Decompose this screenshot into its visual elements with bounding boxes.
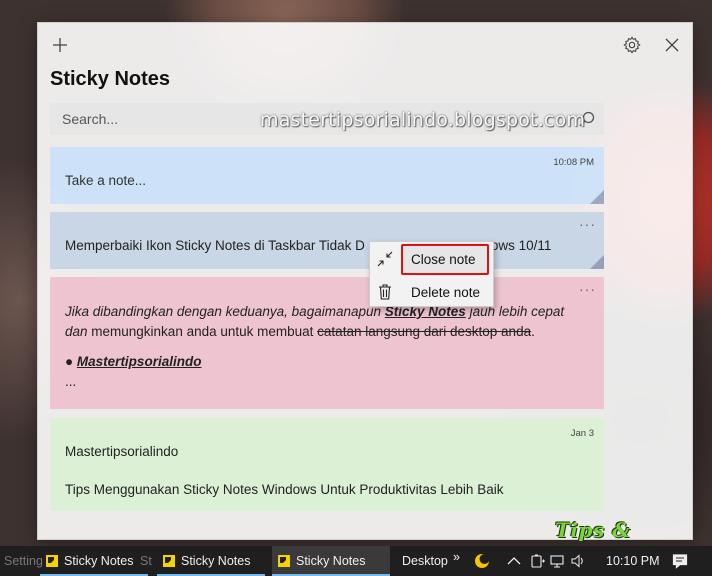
app-title: Sticky Notes (50, 68, 171, 90)
text-run: memungkinkan anda untuk membuat (91, 324, 318, 339)
note-bullet-line: ● Mastertipsorialindo (65, 352, 585, 372)
gear-icon (623, 36, 641, 54)
sticky-notes-app-icon (278, 555, 290, 567)
plus-icon (53, 38, 67, 52)
network-icon[interactable] (550, 553, 566, 569)
text-run: Jika dibandingkan dengan keduanya, bagai… (65, 304, 385, 319)
note-timestamp: Jan 3 (570, 428, 594, 439)
close-window-button[interactable] (660, 33, 684, 57)
note-text-part: ows 10/11 (490, 238, 552, 253)
text-run: . (531, 324, 535, 339)
note-line: dan memungkinkan anda untuk membuat cata… (65, 322, 585, 342)
bullet-icon: ● (65, 354, 74, 369)
chevron-up-icon[interactable] (506, 553, 522, 569)
delete-note-menu-item[interactable]: Delete note (370, 277, 494, 307)
note-context-menu: Close note Delete note (369, 241, 494, 307)
taskbar-ghost-label: Setting (4, 554, 43, 568)
menu-item-label: Delete note (411, 284, 481, 300)
taskbar-button-label: Sticky Notes (181, 554, 251, 568)
tips-tutorial-badge: Tips & Tutorial (555, 518, 647, 566)
note-line: Jika dibandingkan dengan keduanya, bagai… (65, 302, 585, 322)
note-text: Tips Menggunakan Sticky Notes Windows Un… (65, 482, 504, 497)
toolbar-overflow-chevron[interactable]: » (453, 542, 460, 572)
note-card[interactable]: ··· Memperbaiki Ikon Sticky Notes di Tas… (50, 212, 604, 269)
note-text: Jika dibandingkan dengan keduanya, bagai… (65, 302, 585, 392)
note-text-part: Memperbaiki Ikon Sticky Notes di Taskbar… (65, 238, 365, 253)
taskbar: Setting Sticky Notes St Sticky Notes Sti… (0, 546, 712, 576)
new-note-button[interactable] (48, 33, 72, 57)
text-run: dan (65, 324, 92, 339)
search-icon[interactable] (578, 110, 596, 128)
sticky-notes-app-icon (163, 555, 175, 567)
note-text: Take a note... (65, 173, 147, 188)
desktop-toolbar-label[interactable]: Desktop (402, 546, 448, 576)
note-corner-fold (590, 255, 604, 269)
notification-center-icon[interactable] (672, 553, 688, 569)
taskbar-button-sticky-notes[interactable]: Sticky Notes (40, 546, 148, 576)
taskbar-button-sticky-notes[interactable]: Sticky Notes (157, 546, 265, 576)
text-run: catatan langsung dari desktop anda (317, 324, 532, 339)
sticky-notes-window: Sticky Notes mastertipsorialindo.blogspo… (37, 22, 693, 540)
search-input[interactable] (62, 111, 552, 127)
note-menu-button[interactable]: ··· (579, 216, 596, 232)
text-run: Mastertipsorialindo (76, 354, 202, 369)
note-timestamp: 10:08 PM (553, 157, 594, 168)
taskbar-button-label: Sticky Notes (64, 554, 134, 568)
volume-icon[interactable] (570, 553, 586, 569)
menu-item-label: Close note (411, 251, 476, 267)
close-icon (665, 38, 679, 52)
note-card[interactable]: Jan 3 Mastertipsorialindo Tips Menggunak… (50, 418, 604, 511)
note-line: ... (65, 374, 77, 389)
settings-button[interactable] (620, 33, 644, 57)
search-bar (50, 103, 604, 135)
note-text: Mastertipsorialindo (65, 444, 179, 459)
taskbar-ghost-label: St (140, 554, 152, 568)
battery-icon[interactable] (530, 553, 546, 569)
clock[interactable]: 10:10 PM (606, 546, 660, 576)
note-card[interactable]: ··· Jika dibandingkan dengan keduanya, b… (50, 277, 604, 409)
moon-icon[interactable] (474, 553, 490, 569)
note-card[interactable]: 10:08 PM Take a note... (50, 147, 604, 204)
collapse-icon (370, 251, 400, 267)
taskbar-button-sticky-notes-active[interactable]: Sticky Notes (272, 546, 390, 576)
note-corner-fold (590, 190, 604, 204)
close-note-menu-item[interactable]: Close note (370, 244, 494, 275)
sticky-notes-app-icon (46, 555, 58, 567)
note-menu-button[interactable]: ··· (579, 281, 596, 297)
trash-icon (370, 284, 400, 300)
taskbar-button-label: Sticky Notes (296, 554, 366, 568)
